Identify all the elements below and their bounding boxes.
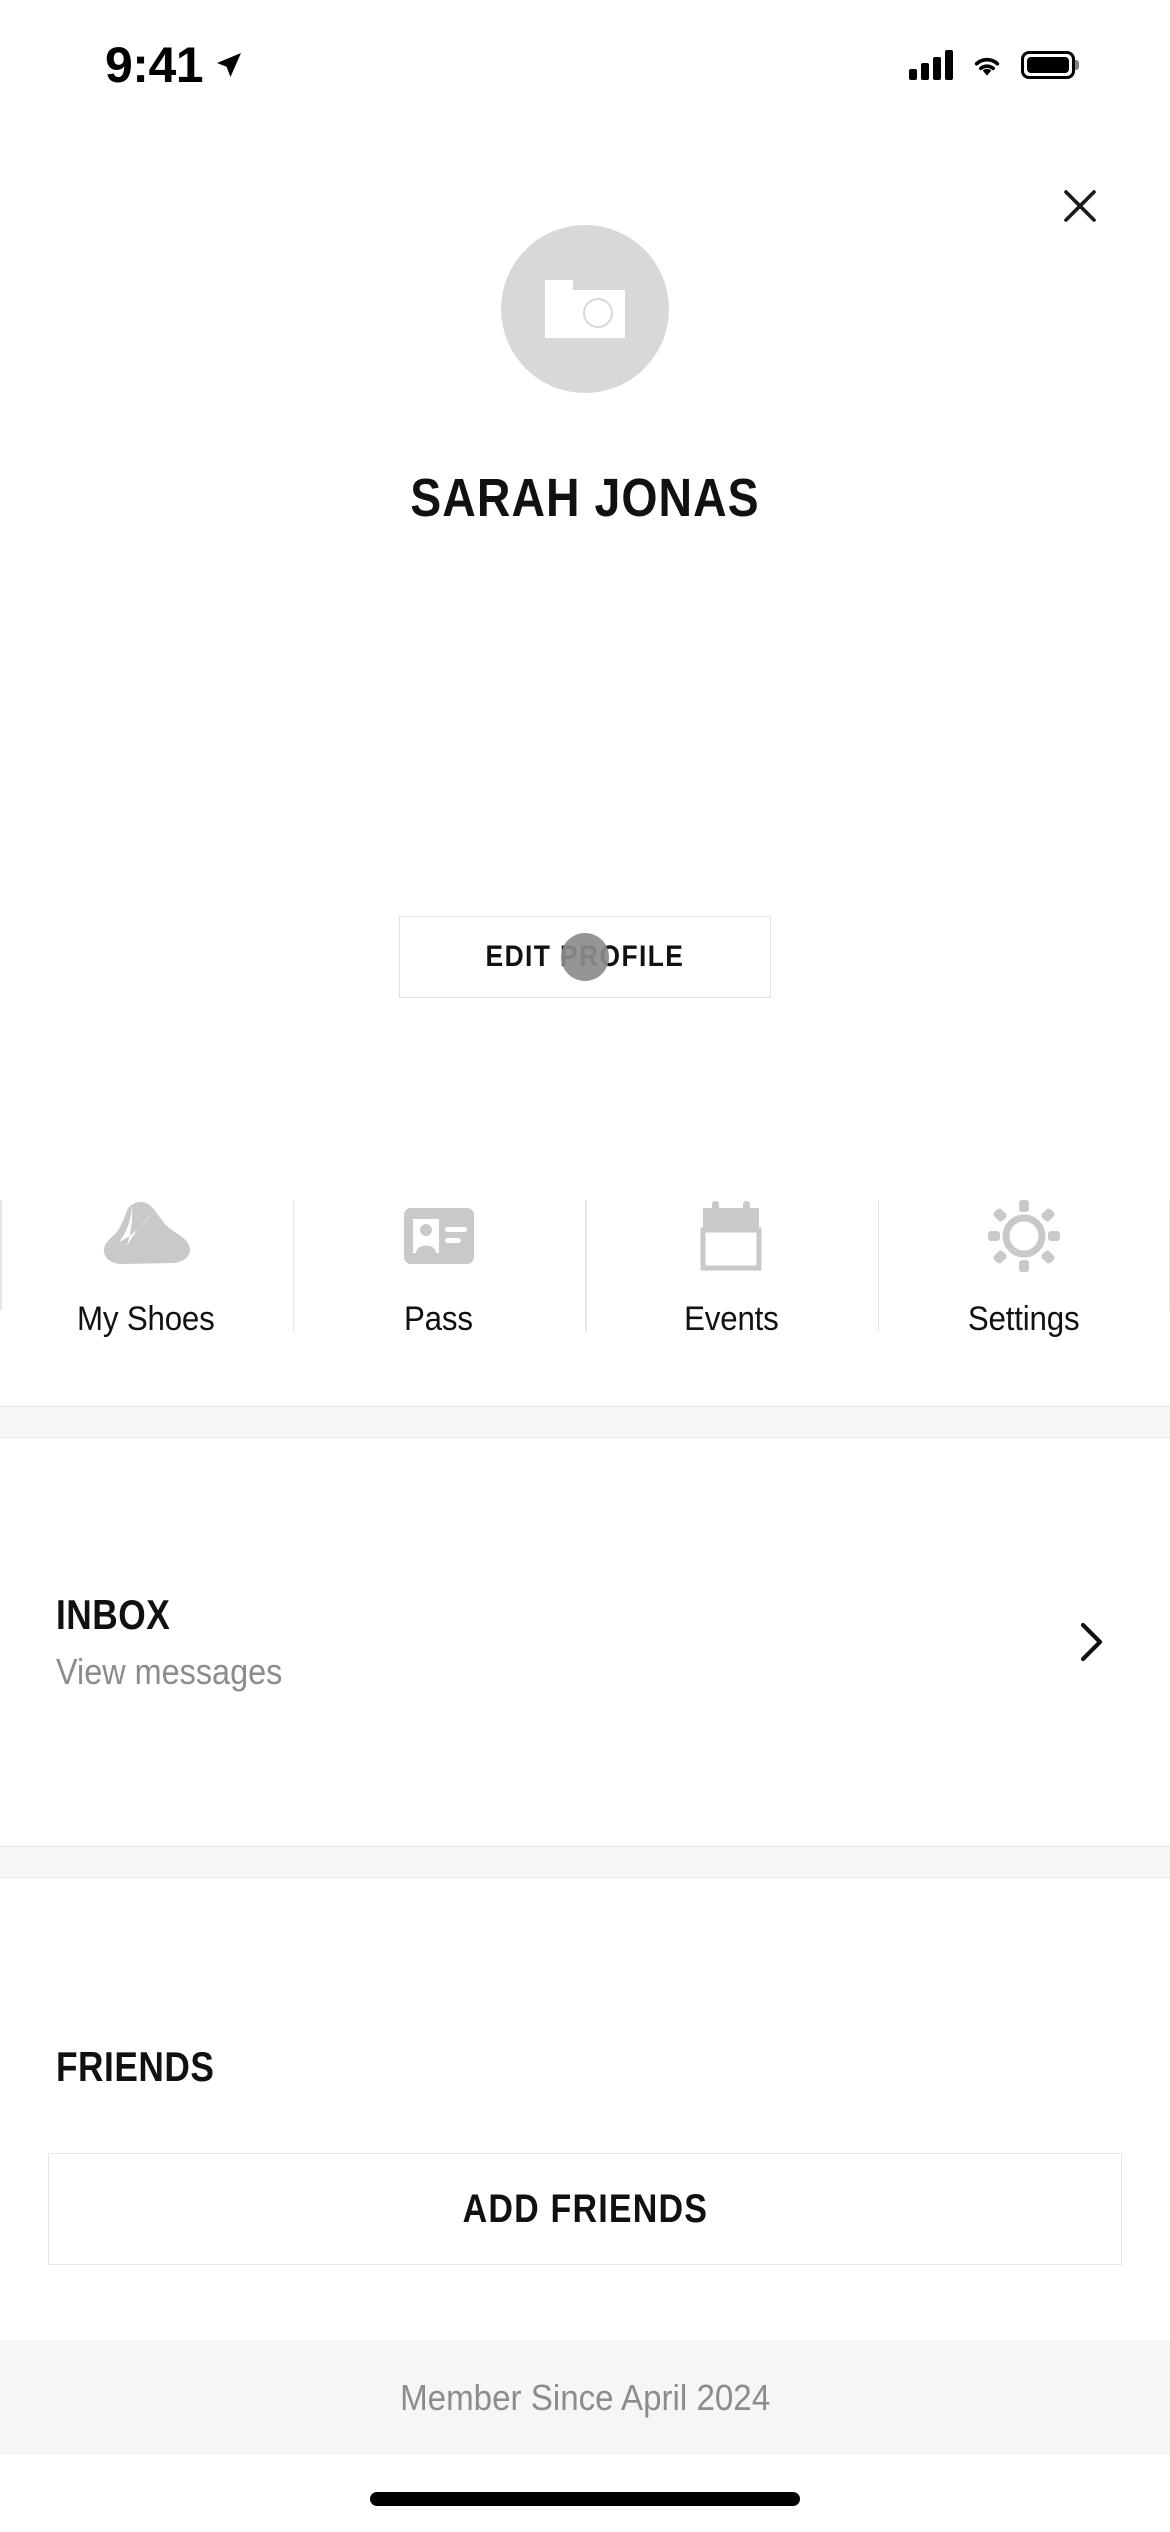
inbox-row[interactable]: INBOX View messages	[0, 1438, 1170, 1846]
id-card-icon	[403, 1194, 475, 1278]
member-since-text: Member Since April 2024	[399, 2376, 771, 2418]
quick-link-events[interactable]: Events	[585, 1188, 878, 1339]
avatar[interactable]	[501, 225, 669, 393]
section-divider-band	[0, 1846, 1170, 1878]
cellular-signal-icon	[909, 50, 953, 80]
inbox-texts: INBOX View messages	[56, 1591, 307, 1693]
sneaker-icon	[98, 1194, 194, 1278]
location-arrow-icon	[217, 53, 242, 77]
gear-icon	[987, 1194, 1061, 1278]
close-x-icon	[1064, 190, 1096, 222]
friends-section: FRIENDS ADD FRIENDS	[0, 1878, 1170, 2265]
quick-link-label: Events	[683, 1300, 779, 1338]
edit-profile-label: EDIT PROFILE	[485, 940, 685, 973]
add-friends-button[interactable]: ADD FRIENDS	[48, 2153, 1122, 2265]
chevron-right-icon	[1080, 1622, 1103, 1662]
add-friends-label: ADD FRIENDS	[462, 2186, 708, 2231]
status-bar: 9:41	[0, 0, 1170, 130]
quick-link-label: Pass	[404, 1300, 474, 1338]
quick-link-pass[interactable]: Pass	[292, 1188, 586, 1339]
wifi-icon	[974, 57, 1000, 76]
profile-header: SARAH JONAS	[0, 225, 1170, 529]
section-divider-band	[0, 1406, 1170, 1438]
status-bar-right	[909, 50, 1075, 80]
inbox-title: INBOX	[56, 1591, 171, 1638]
quick-links-row: My Shoes Pass Events Settings	[0, 1188, 1170, 1339]
status-time: 9:41	[105, 37, 204, 93]
edit-profile-wrapper: EDIT PROFILE	[0, 916, 1170, 998]
quick-link-label: Settings	[967, 1300, 1080, 1338]
friends-title: FRIENDS	[56, 2043, 215, 2090]
profile-screen: 9:41 SARAH JONAS EDIT PROFILE My Shoes P…	[0, 0, 1170, 2532]
status-bar-left: 9:41	[105, 40, 245, 90]
edit-profile-button[interactable]: EDIT PROFILE	[399, 916, 771, 998]
camera-placeholder-icon	[545, 280, 625, 338]
calendar-icon	[698, 1194, 764, 1278]
page-title: SARAH JONAS	[410, 468, 760, 528]
quick-link-my-shoes[interactable]: My Shoes	[0, 1188, 293, 1339]
home-indicator[interactable]	[370, 2492, 800, 2506]
inbox-subtitle: View messages	[56, 1651, 283, 1692]
quick-link-settings[interactable]: Settings	[877, 1188, 1170, 1339]
battery-full-icon	[1021, 51, 1075, 79]
quick-link-label: My Shoes	[77, 1300, 216, 1338]
member-since-band: Member Since April 2024	[0, 2340, 1170, 2455]
